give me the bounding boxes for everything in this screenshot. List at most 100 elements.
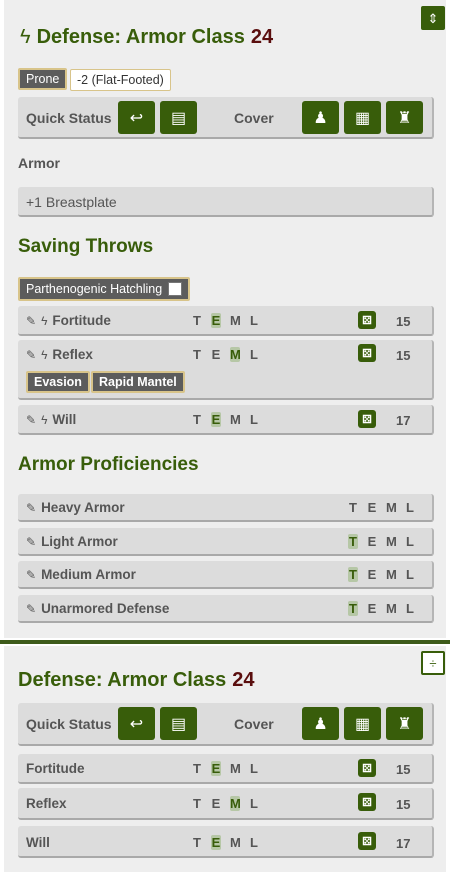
prof-l[interactable]: L <box>405 567 415 582</box>
prof-e[interactable]: E <box>367 601 377 616</box>
save-row-will: Will TEML ⚄ 17 <box>18 826 434 858</box>
cover-greater-button[interactable]: ♜ <box>386 101 423 134</box>
edit-icon[interactable]: ✎ <box>26 314 36 328</box>
dice-roll-icon[interactable]: ⚄ <box>358 793 376 811</box>
prof-e[interactable]: E <box>367 534 377 549</box>
save-value: 15 <box>396 314 411 329</box>
prof-t[interactable]: T <box>192 412 202 427</box>
flatfooted-icon: ▤ <box>170 109 187 127</box>
cover-standard-button[interactable]: ▦ <box>344 707 381 740</box>
prof-t[interactable]: T <box>348 500 358 515</box>
feature-tag-evasion[interactable]: Evasion <box>26 371 90 393</box>
prof-l[interactable]: L <box>249 347 259 362</box>
prof-t[interactable]: T <box>192 835 202 850</box>
prof-l[interactable]: L <box>249 313 259 328</box>
prof-e[interactable]: E <box>211 313 221 328</box>
prof-m[interactable]: M <box>386 601 397 616</box>
dice-roll-icon[interactable]: ⚄ <box>358 344 376 362</box>
proficiency-selector[interactable]: TEML <box>348 601 415 616</box>
prof-l[interactable]: L <box>249 835 259 850</box>
saving-throws-heading: Saving Throws <box>18 236 154 257</box>
save-name: Fortitude <box>52 313 111 328</box>
proficiency-selector[interactable]: TEML <box>192 835 259 850</box>
dice-roll-icon[interactable]: ⚄ <box>358 759 376 777</box>
expand-vertical-icon[interactable]: ÷ <box>421 651 445 675</box>
prof-l[interactable]: L <box>249 796 259 811</box>
defense-panel-expanded: ⇕ ϟ Defense: Armor Class 24 Prone -2 (Fl… <box>4 0 446 638</box>
prof-t[interactable]: T <box>192 313 202 328</box>
proficiency-selector[interactable]: TEML <box>192 412 259 427</box>
prof-e[interactable]: E <box>211 796 221 811</box>
proficiency-selector[interactable]: TEML <box>192 761 259 776</box>
prof-m[interactable]: M <box>230 347 241 362</box>
prof-l[interactable]: L <box>405 534 415 549</box>
armor-prof-row-light: ✎ Light Armor TEML <box>18 528 434 556</box>
prof-e[interactable]: E <box>211 835 221 850</box>
prof-e[interactable]: E <box>211 412 221 427</box>
prof-t[interactable]: T <box>192 796 202 811</box>
proficiency-selector[interactable]: TEML <box>348 534 415 549</box>
prof-m[interactable]: M <box>230 796 241 811</box>
save-row-reflex: Reflex TEML ⚄ 15 <box>18 788 434 820</box>
prof-l[interactable]: L <box>405 601 415 616</box>
quick-status-prone-button[interactable]: ↩ <box>118 707 155 740</box>
cover-standard-button[interactable]: ▦ <box>344 101 381 134</box>
prof-m[interactable]: M <box>230 313 241 328</box>
collapse-vertical-icon[interactable]: ⇕ <box>421 6 445 30</box>
dice-roll-icon[interactable]: ⚄ <box>358 311 376 329</box>
prof-e[interactable]: E <box>211 347 221 362</box>
bolt-icon: ϟ <box>41 347 48 362</box>
armor-field[interactable]: +1 Breastplate <box>18 187 434 217</box>
wall-icon: ▦ <box>354 109 371 127</box>
quick-status-label: Quick Status <box>26 716 112 732</box>
save-name: Reflex <box>26 796 67 811</box>
proficiency-selector[interactable]: TEML <box>192 347 259 362</box>
prof-t[interactable]: T <box>348 534 358 549</box>
prof-e[interactable]: E <box>367 567 377 582</box>
prof-m[interactable]: M <box>230 412 241 427</box>
prof-l[interactable]: L <box>249 761 259 776</box>
edit-icon[interactable]: ✎ <box>26 348 36 362</box>
armor-prof-row-heavy: ✎ Heavy Armor TEML <box>18 494 434 522</box>
condition-flatfooted-tag[interactable]: -2 (Flat-Footed) <box>70 69 171 91</box>
feature-tag-rapid-mantel[interactable]: Rapid Mantel <box>91 371 185 393</box>
save-name: Fortitude <box>26 761 85 776</box>
prof-m[interactable]: M <box>230 835 241 850</box>
prof-e[interactable]: E <box>211 761 221 776</box>
save-feature-checkbox[interactable] <box>168 282 183 296</box>
prof-t[interactable]: T <box>348 567 358 582</box>
prof-m[interactable]: M <box>386 567 397 582</box>
prof-l[interactable]: L <box>405 500 415 515</box>
prof-e[interactable]: E <box>367 500 377 515</box>
proficiency-selector[interactable]: TEML <box>192 313 259 328</box>
proficiency-selector[interactable]: TEML <box>348 500 415 515</box>
dice-roll-icon[interactable]: ⚄ <box>358 410 376 428</box>
edit-icon[interactable]: ✎ <box>26 501 36 515</box>
cover-lesser-button[interactable]: ♟ <box>302 101 339 134</box>
proficiency-selector[interactable]: TEML <box>348 567 415 582</box>
prof-m[interactable]: M <box>386 534 397 549</box>
edit-icon[interactable]: ✎ <box>26 413 36 427</box>
save-feature-tag[interactable]: Parthenogenic Hatchling <box>18 277 191 301</box>
prof-t[interactable]: T <box>348 601 358 616</box>
bolt-icon: ϟ <box>41 313 48 328</box>
prof-l[interactable]: L <box>249 412 259 427</box>
proficiency-selector[interactable]: TEML <box>192 796 259 811</box>
quick-status-prone-button[interactable]: ↩ <box>118 101 155 134</box>
quick-status-flatfooted-button[interactable]: ▤ <box>160 707 197 740</box>
save-name: Will <box>52 412 77 427</box>
prof-m[interactable]: M <box>386 500 397 515</box>
cover-lesser-button[interactable]: ♟ <box>302 707 339 740</box>
prof-t[interactable]: T <box>192 347 202 362</box>
cover-greater-button[interactable]: ♜ <box>386 707 423 740</box>
edit-icon[interactable]: ✎ <box>26 568 36 582</box>
edit-icon[interactable]: ✎ <box>26 535 36 549</box>
dice-roll-icon[interactable]: ⚄ <box>358 832 376 850</box>
prone-icon: ↩ <box>129 715 144 733</box>
condition-prone-tag[interactable]: Prone <box>18 68 68 90</box>
prof-m[interactable]: M <box>230 761 241 776</box>
prof-t[interactable]: T <box>192 761 202 776</box>
save-row-will: ✎ ϟ Will TEML ⚄ 17 <box>18 405 434 435</box>
quick-status-flatfooted-button[interactable]: ▤ <box>160 101 197 134</box>
edit-icon[interactable]: ✎ <box>26 602 36 616</box>
